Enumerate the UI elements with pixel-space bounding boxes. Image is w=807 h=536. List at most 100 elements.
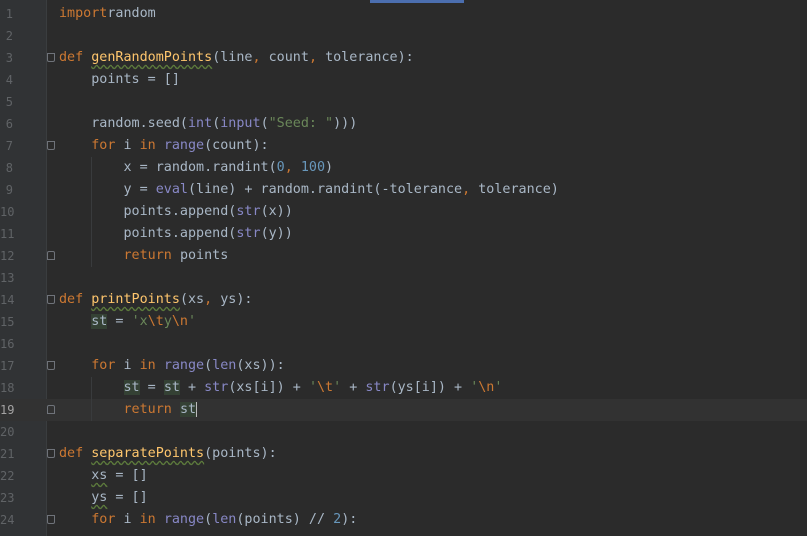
code-token: points	[179, 248, 229, 263]
code-token: "Seed: "	[268, 116, 334, 131]
fold-expanded-icon[interactable]	[47, 449, 55, 458]
code-line[interactable]: 6 random.seed(int(input("Seed: ")))	[0, 113, 807, 135]
indent-guide	[91, 377, 92, 421]
code-line[interactable]: 20	[0, 421, 807, 443]
code-token: )	[325, 160, 334, 175]
code-line[interactable]: 23 ys = []	[0, 487, 807, 509]
code-token: ,	[284, 160, 301, 175]
code-token: y	[163, 314, 172, 329]
code-token: i	[123, 138, 140, 153]
code-token: points = []	[59, 72, 180, 87]
fold-end-icon[interactable]	[47, 405, 55, 414]
code-token: \n	[171, 314, 188, 329]
code-line[interactable]: 8 x = random.randint(0, 100)	[0, 157, 807, 179]
code-text: for i in range(len(points) // 2):	[59, 509, 357, 531]
code-text: importrandom	[59, 3, 156, 25]
line-number: 11	[0, 227, 15, 241]
line-number: 19	[0, 403, 15, 417]
code-line[interactable]: 18 st = st + str(xs[i]) + '\t' + str(ys[…	[0, 377, 807, 399]
fold-expanded-icon[interactable]	[47, 295, 55, 304]
code-line[interactable]: 19 return st	[0, 399, 807, 421]
code-token: \n	[478, 380, 495, 395]
code-token: (xs[i]) +	[228, 380, 309, 395]
code-line[interactable]: 15 st = 'x\ty\n'	[0, 311, 807, 333]
code-line[interactable]: 1 importrandom	[0, 3, 807, 25]
fold-end-icon[interactable]	[47, 251, 55, 260]
code-line[interactable]: 9 y = eval(line) + random.randint(-toler…	[0, 179, 807, 201]
code-token: range	[163, 512, 205, 527]
code-token: (y))	[260, 226, 293, 241]
code-token: import	[59, 6, 108, 21]
code-token: st	[91, 314, 108, 329]
fold-expanded-icon[interactable]	[47, 53, 55, 62]
code-editor[interactable]: 1 importrandom 2 3 def genRandomPoints(line,…	[0, 0, 807, 536]
code-line[interactable]: 16	[0, 333, 807, 355]
code-token: 'x	[131, 314, 148, 329]
line-number: 9	[5, 183, 13, 197]
code-token: tolerance)	[478, 182, 559, 197]
code-token: def	[59, 50, 92, 65]
code-token: str	[236, 226, 261, 241]
code-line[interactable]: 3 def genRandomPoints(line, count, tolera…	[0, 47, 807, 69]
line-number: 18	[0, 381, 15, 395]
fold-expanded-icon[interactable]	[47, 515, 55, 524]
code-token: +	[179, 380, 205, 395]
line-number: 16	[0, 337, 15, 351]
code-token: points.append(	[59, 226, 237, 241]
code-text: y = eval(line) + random.randint(-toleran…	[59, 179, 559, 201]
line-number: 1	[5, 7, 13, 21]
code-token: (xs)):	[236, 358, 285, 373]
code-token: return	[59, 402, 180, 417]
code-token: (	[260, 116, 269, 131]
code-line[interactable]: 5	[0, 91, 807, 113]
line-number: 8	[5, 161, 13, 175]
code-token: i	[123, 358, 140, 373]
code-token: eval	[155, 182, 188, 197]
code-line[interactable]: 24 for i in range(len(points) // 2):	[0, 509, 807, 531]
code-token: st	[163, 380, 180, 395]
code-token: def	[59, 292, 92, 307]
code-token: random.seed(	[59, 116, 188, 131]
code-line[interactable]: 22 xs = []	[0, 465, 807, 487]
code-line[interactable]: 21 def separatePoints(points):	[0, 443, 807, 465]
code-token: ys	[91, 490, 108, 505]
code-token: (line) + random.randint(-tolerance	[188, 182, 463, 197]
code-line[interactable]: 12 return points	[0, 245, 807, 267]
code-token: = []	[107, 490, 148, 505]
code-text: points.append(str(y))	[59, 223, 293, 245]
code-token: '	[494, 380, 503, 395]
code-token: ,	[462, 182, 479, 197]
code-line[interactable]: 17 for i in range(len(xs)):	[0, 355, 807, 377]
code-token: =	[107, 314, 132, 329]
code-token: in	[139, 358, 164, 373]
code-text: xs = []	[59, 465, 147, 487]
fold-expanded-icon[interactable]	[47, 141, 55, 150]
code-text: ys = []	[59, 487, 148, 509]
code-token: (points):	[204, 446, 277, 461]
code-token: '	[333, 380, 342, 395]
code-token: \t	[317, 380, 334, 395]
fold-expanded-icon[interactable]	[47, 361, 55, 370]
code-text: for i in range(count):	[59, 135, 269, 157]
code-token: xs	[91, 468, 108, 483]
code-text: points = []	[59, 69, 180, 91]
code-line[interactable]: 10 points.append(str(x))	[0, 201, 807, 223]
line-number: 14	[0, 293, 15, 307]
code-token: =	[139, 380, 164, 395]
code-line[interactable]: 2	[0, 25, 807, 47]
code-text: def genRandomPoints(line, count, toleran…	[59, 47, 414, 69]
code-line[interactable]: 14 def printPoints(xs, ys):	[0, 289, 807, 311]
code-token: (line	[212, 50, 253, 65]
code-line[interactable]: 13	[0, 267, 807, 289]
code-line[interactable]: 7 for i in range(count):	[0, 135, 807, 157]
code-line[interactable]: 4 points = []	[0, 69, 807, 91]
line-number: 21	[0, 447, 15, 461]
code-token: i	[123, 512, 140, 527]
code-token: 100	[300, 160, 326, 175]
code-token: 0	[276, 160, 285, 175]
line-number: 20	[0, 425, 15, 439]
code-line[interactable]: 11 points.append(str(y))	[0, 223, 807, 245]
code-token: (count):	[204, 138, 269, 153]
